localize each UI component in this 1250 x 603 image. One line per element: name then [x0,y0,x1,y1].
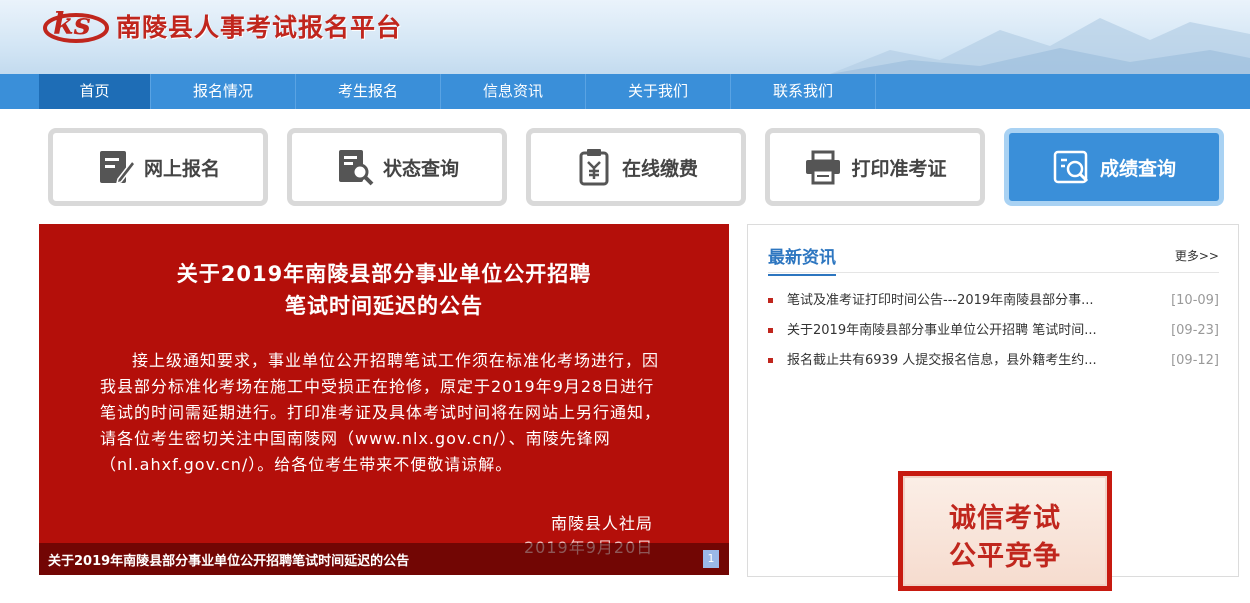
notice-slideshow[interactable]: 关于2019年南陵县部分事业单位公开招聘 笔试时间延迟的公告 接上级通知要求，事… [39,224,729,575]
print-admission-ticket-button[interactable]: 打印准考证 [765,128,985,206]
status-query-label: 状态查询 [382,157,459,180]
news-item[interactable]: 报名截止共有6939 人提交报名信息，县外籍考生约... [09-12] [768,351,1219,381]
score-query-label: 成绩查询 [1099,157,1176,180]
slideshow-page-indicator[interactable]: 1 [703,550,719,568]
notice-title-line2: 笔试时间延迟的公告 [285,294,483,318]
nav-item-candidate-registration[interactable]: 考生报名 [296,74,441,109]
latest-news-title: 最新资讯 [768,243,836,276]
notice-body: 接上级通知要求，事业单位公开招聘笔试工作须在标准化考场进行，因我县部分标准化考场… [100,351,662,474]
online-registration-button[interactable]: 网上报名 [48,128,268,206]
main-nav: 首页 报名情况 考生报名 信息资讯 关于我们 联系我们 [0,74,1250,109]
logo-text: ks [53,7,91,42]
bullet-icon [768,358,773,363]
status-query-button[interactable]: 状态查询 [287,128,507,206]
bullet-icon [768,298,773,303]
site-title: 南陵县人事考试报名平台 [116,13,403,42]
notice-organization: 南陵县人社局 [551,514,654,533]
mountains-decoration [830,18,1250,74]
slideshow-caption[interactable]: 关于2019年南陵县部分事业单位公开招聘笔试时间延迟的公告 [48,550,409,569]
payment-icon [579,149,609,186]
status-search-icon [338,150,374,186]
printer-icon [806,150,841,185]
integrity-exam-banner[interactable]: 诚信考试 公平竞争 [898,471,1112,591]
site-logo[interactable]: ks [42,4,110,44]
score-search-icon [1053,150,1089,184]
slideshow-caption-bar: 关于2019年南陵县部分事业单位公开招聘笔试时间延迟的公告 1 [39,543,729,575]
print-admission-ticket-label: 打印准考证 [851,157,947,180]
news-item-title[interactable]: 报名截止共有6939 人提交报名信息，县外籍考生约... [787,351,1117,371]
online-payment-label: 在线缴费 [621,157,698,180]
latest-news-header: 最新资讯 更多>> [768,235,1219,276]
banner-line1: 诚信考试 [949,503,1061,534]
news-item-title[interactable]: 笔试及准考证打印时间公告---2019年南陵县部分事... [787,291,1117,311]
nav-item-registration-status[interactable]: 报名情况 [151,74,296,109]
news-item-date: [10-09] [1171,293,1219,308]
online-registration-label: 网上报名 [143,157,220,180]
news-item-date: [09-23] [1171,323,1219,338]
nav-item-home[interactable]: 首页 [39,74,151,109]
nav-item-contact[interactable]: 联系我们 [731,74,876,109]
register-form-icon [99,151,136,185]
notice-title: 关于2019年南陵县部分事业单位公开招聘 笔试时间延迟的公告 [39,258,729,322]
site-header: ks 南陵县人事考试报名平台 [0,0,1250,74]
news-list: 笔试及准考证打印时间公告---2019年南陵县部分事... [10-09] 关于… [768,291,1219,381]
bullet-icon [768,328,773,333]
news-item[interactable]: 关于2019年南陵县部分事业单位公开招聘 笔试时间... [09-23] [768,321,1219,351]
nav-item-news[interactable]: 信息资讯 [441,74,586,109]
online-payment-button[interactable]: 在线缴费 [526,128,746,206]
integrity-banner-inner: 诚信考试 公平竞争 [903,476,1107,586]
news-item-title[interactable]: 关于2019年南陵县部分事业单位公开招聘 笔试时间... [787,321,1117,341]
score-query-button[interactable]: 成绩查询 [1004,128,1224,206]
news-item[interactable]: 笔试及准考证打印时间公告---2019年南陵县部分事... [10-09] [768,291,1219,321]
banner-line2: 公平竞争 [949,541,1061,572]
news-item-date: [09-12] [1171,353,1219,368]
nav-item-about[interactable]: 关于我们 [586,74,731,109]
notice-title-line1: 关于2019年南陵县部分事业单位公开招聘 [176,262,592,286]
more-news-link[interactable]: 更多>> [1175,247,1219,264]
